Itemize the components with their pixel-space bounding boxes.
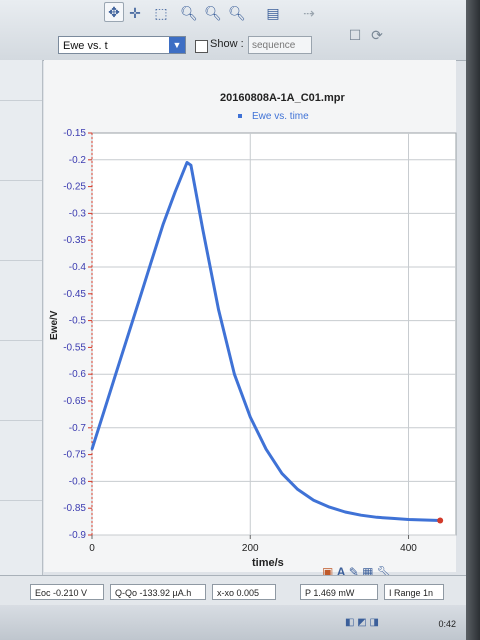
y-tick-label: -0.65 — [63, 396, 86, 407]
legend-marker — [238, 114, 242, 119]
data-point — [173, 190, 177, 194]
plot-background — [91, 132, 457, 536]
data-point — [189, 163, 193, 167]
data-point — [162, 222, 165, 226]
data-point — [328, 505, 331, 509]
y-tick-label: -0.3 — [69, 208, 87, 219]
y-tick-label: -0.5 — [69, 316, 87, 327]
data-point — [359, 513, 363, 517]
y-tick-label: -0.75 — [63, 450, 86, 461]
y-tick-label: -0.4 — [69, 262, 87, 273]
y-tick-label: -0.85 — [63, 503, 86, 514]
taskbar: ◧ ◩ ◨ 0:42 — [0, 605, 466, 640]
x-tick-label: 200 — [242, 543, 259, 554]
chart-grid — [91, 132, 457, 536]
data-point — [391, 517, 394, 520]
tray-icons[interactable]: ◧ ◩ ◨ — [345, 617, 379, 628]
data-point — [344, 510, 347, 514]
y-tick-label: -0.55 — [63, 342, 86, 353]
y-tick-label: -0.6 — [69, 369, 87, 380]
y-axis-label: Ewe/V — [49, 310, 60, 340]
data-point — [102, 410, 106, 413]
x-tick-label: 0 — [89, 543, 95, 554]
data-point — [114, 373, 117, 376]
data-point — [138, 297, 141, 301]
y-tick-label: -0.7 — [69, 423, 87, 434]
data-point — [280, 472, 284, 475]
eoc-readout: Eoc -0.210 V — [30, 584, 104, 600]
data-point — [90, 448, 94, 451]
clock: 0:42 — [438, 619, 456, 629]
data-point — [375, 516, 379, 519]
data-point — [264, 448, 268, 451]
data-point — [201, 228, 204, 231]
y-tick-label: -0.45 — [63, 289, 86, 300]
data-point — [249, 415, 252, 419]
x-axis-label: time/s — [252, 557, 284, 569]
data-point — [217, 308, 220, 312]
chart-legend: Ewe vs. time — [238, 111, 309, 122]
data-point — [423, 518, 426, 522]
charge-readout: Q-Qo -133.92 µA.h — [110, 584, 206, 600]
data-point — [233, 373, 236, 376]
status-bar: Eoc -0.210 V Q-Qo -133.92 µA.h x-xo 0.00… — [0, 575, 466, 606]
data-point — [150, 260, 153, 263]
data-point — [126, 335, 129, 338]
y-tick-label: -0.35 — [63, 235, 86, 246]
data-point — [312, 498, 315, 502]
y-tick-label: -0.8 — [69, 476, 87, 487]
x-readout: x-xo 0.005 — [212, 584, 276, 600]
data-point — [407, 518, 410, 521]
y-tick-label: -0.25 — [63, 182, 86, 193]
x-tick-label: 400 — [400, 543, 417, 554]
y-tick-label: -0.15 — [63, 128, 86, 139]
chart: -0.15 -0.2 -0.25 -0.3 -0.35 -0.4 -0.45 -0.5 -0.5… — [63, 128, 457, 554]
chart-title: 20160808A-1A_C01.mpr — [220, 92, 345, 104]
y-tick-label: -0.2 — [69, 155, 87, 166]
data-point — [185, 161, 189, 164]
application-window: ✥ ✛ ⬚ 🔍︎ 🔍︎ 🔍︎ ▤ ⇢ ☐ ⟳ Ewe vs. t ▼ Show … — [0, 0, 466, 640]
current-range-readout: I Range 1n — [384, 584, 444, 600]
end-marker — [437, 517, 444, 524]
y-tick-label: -0.9 — [69, 530, 87, 541]
power-readout: P 1.469 mW — [300, 584, 378, 600]
monitor-bezel — [466, 0, 480, 640]
legend-label: Ewe vs. time — [252, 111, 309, 122]
data-point — [296, 488, 299, 491]
